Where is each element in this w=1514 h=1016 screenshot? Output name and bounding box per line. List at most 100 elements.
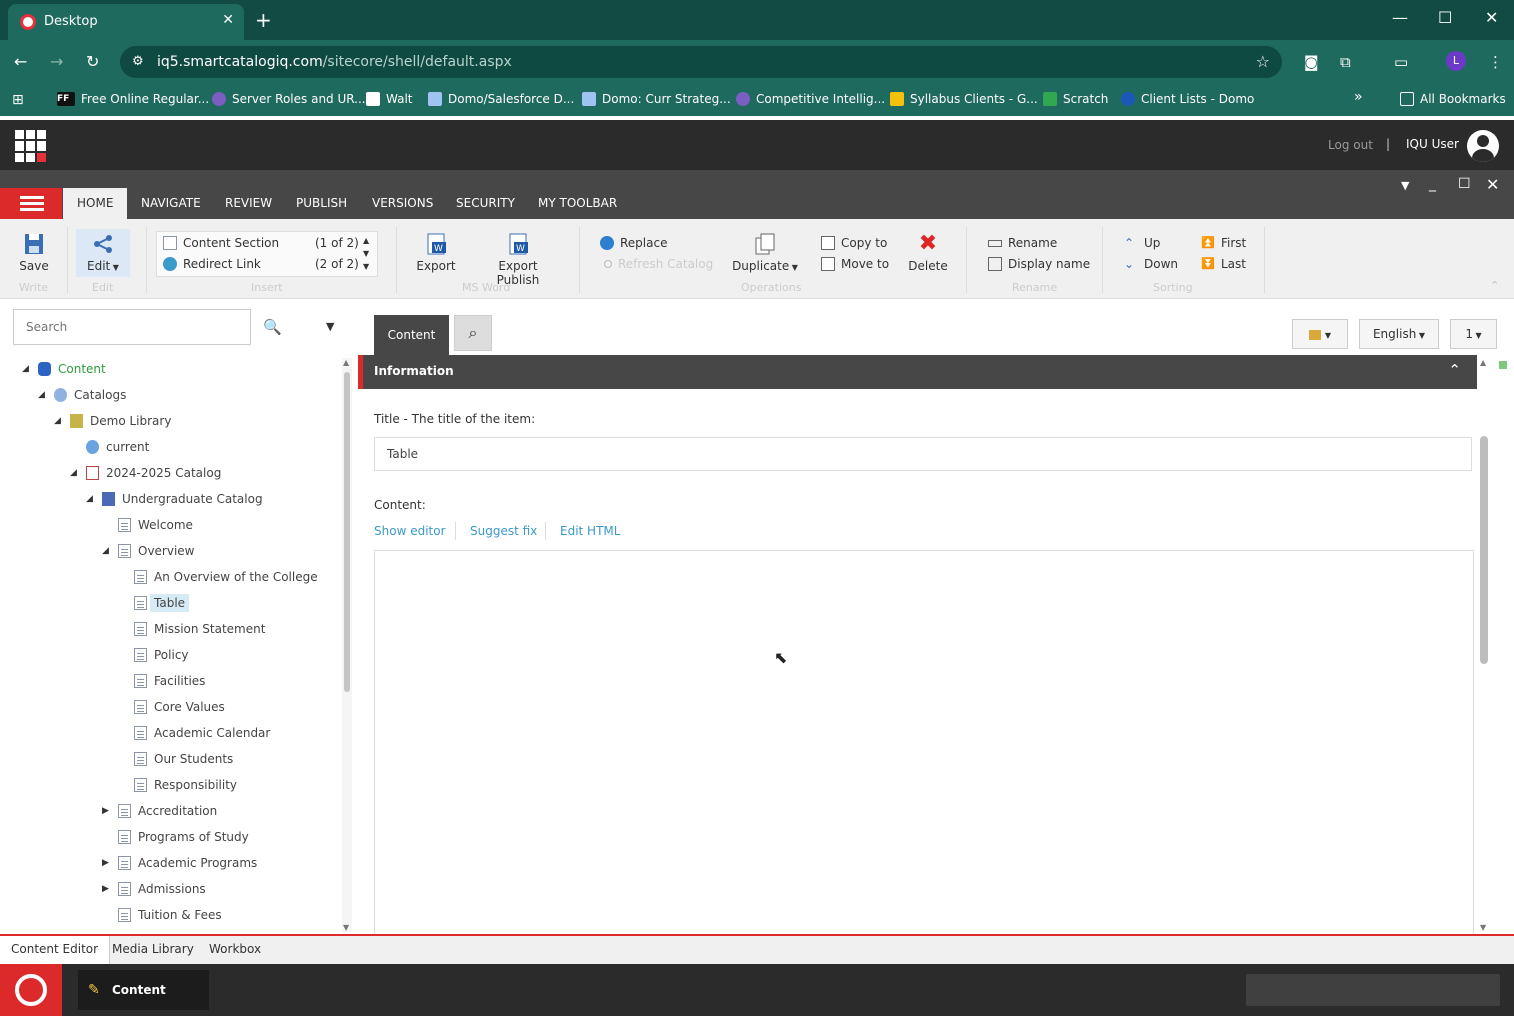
tab-my-toolbar[interactable]: MY TOOLBAR: [538, 196, 617, 210]
cast-icon[interactable]: ▭: [1394, 53, 1408, 71]
tree-collapse-icon[interactable]: ◢: [102, 546, 114, 556]
export-publish-button[interactable]: W Export Publish: [476, 233, 560, 287]
show-editor-link[interactable]: Show editor: [374, 524, 446, 538]
tree-node[interactable]: ◢ 2024-2025 Catalog: [70, 462, 221, 484]
tree-node[interactable]: Facilities: [118, 670, 205, 692]
refresh-catalog-button[interactable]: Refresh Catalog: [604, 257, 713, 271]
hamburger-menu-icon[interactable]: [0, 188, 62, 219]
back-icon[interactable]: ←: [14, 52, 27, 71]
tree-node[interactable]: ◢ Content: [22, 358, 106, 380]
close-tab-icon[interactable]: ✕: [222, 12, 234, 28]
tab-review[interactable]: REVIEW: [225, 196, 272, 210]
tab-workbox[interactable]: Workbox: [209, 942, 261, 956]
tree-node[interactable]: Table: [118, 592, 190, 614]
tree-node[interactable]: current: [70, 436, 149, 458]
site-info-icon[interactable]: ⚙: [132, 54, 144, 69]
browser-tab[interactable]: Desktop ✕: [8, 4, 244, 40]
launchpad-grid-icon[interactable]: [15, 130, 47, 162]
tree-node[interactable]: Tuition & Fees: [102, 904, 222, 926]
tree-collapse-icon[interactable]: ◢: [86, 494, 98, 504]
tree-collapse-icon[interactable]: ◢: [70, 468, 82, 478]
bookmark-item[interactable]: Client Lists - Domo: [1121, 92, 1254, 106]
rename-button[interactable]: Rename: [988, 236, 1057, 250]
apps-grid-icon[interactable]: ⊞: [12, 92, 24, 108]
forward-icon[interactable]: →: [50, 52, 63, 71]
display-name-button[interactable]: Display name: [988, 257, 1090, 271]
suggest-fix-link[interactable]: Suggest fix: [470, 524, 537, 538]
new-tab-icon[interactable]: +: [255, 8, 272, 32]
tree-node[interactable]: ▶ Academic Programs: [102, 852, 257, 874]
replace-button[interactable]: Replace: [600, 236, 667, 250]
save-button[interactable]: Save: [18, 233, 50, 273]
tree-expand-icon[interactable]: ▶: [102, 858, 114, 868]
bookmark-item[interactable]: Domo/Salesforce D...: [428, 92, 574, 106]
title-input[interactable]: Table: [374, 437, 1472, 471]
tree-expand-icon[interactable]: ▶: [102, 884, 114, 894]
browser-menu-icon[interactable]: ⋮: [1488, 53, 1503, 71]
scroll-down-icon[interactable]: ▼: [1480, 923, 1486, 932]
ribbon-minimize-icon[interactable]: _: [1429, 176, 1436, 192]
editor-tab-search-icon[interactable]: ⌕: [454, 315, 492, 351]
editor-scrollbar-thumb[interactable]: [1480, 436, 1488, 664]
bookmarks-overflow-icon[interactable]: »: [1354, 89, 1363, 105]
ribbon-maximize-icon[interactable]: ☐: [1458, 176, 1471, 192]
user-name[interactable]: IQU User: [1406, 137, 1459, 151]
information-section-header[interactable]: Information ⌃: [358, 355, 1477, 389]
tree-node[interactable]: ◢ Overview: [102, 540, 195, 562]
tab-home[interactable]: HOME: [63, 188, 128, 219]
url-bar[interactable]: ⚙ iq5.smartcatalogiq.com/sitecore/shell/…: [120, 46, 1282, 78]
bookmark-item[interactable]: Server Roles and UR...: [212, 92, 366, 106]
scroll-up-icon[interactable]: ▲: [343, 358, 349, 367]
logout-link[interactable]: Log out: [1328, 138, 1373, 152]
tree-node[interactable]: Our Students: [118, 748, 233, 770]
tab-media-library[interactable]: Media Library: [112, 942, 194, 956]
ribbon-collapse-icon[interactable]: ⌃: [1490, 279, 1499, 292]
tab-security[interactable]: SECURITY: [456, 196, 515, 210]
bookmark-item[interactable]: Syllabus Clients - G...: [890, 92, 1038, 106]
copy-to-button[interactable]: Copy to: [821, 236, 887, 250]
delete-button[interactable]: ✖ Delete: [906, 233, 950, 274]
scroll-down-icon[interactable]: ▼: [343, 923, 349, 932]
tree-node[interactable]: An Overview of the College: [118, 566, 318, 588]
tree-node[interactable]: Core Values: [118, 696, 225, 718]
content-rich-text-area[interactable]: [374, 550, 1474, 935]
sort-up-button[interactable]: ⌃ Up: [1124, 236, 1160, 250]
tree-collapse-icon[interactable]: ◢: [22, 364, 34, 374]
collapse-chevron-icon[interactable]: ⌃: [1448, 361, 1461, 379]
search-options-dropdown-icon[interactable]: ▼: [326, 320, 334, 333]
reload-icon[interactable]: ↻: [86, 52, 99, 71]
maximize-window-icon[interactable]: ☐: [1438, 8, 1452, 27]
tab-publish[interactable]: PUBLISH: [296, 196, 347, 210]
camera-icon[interactable]: ◙: [1304, 53, 1319, 71]
user-avatar[interactable]: [1467, 130, 1499, 162]
tree-node[interactable]: Academic Calendar: [118, 722, 270, 744]
tree-node[interactable]: ▶ Admissions: [102, 878, 206, 900]
tree-node[interactable]: Policy: [118, 644, 189, 666]
move-to-button[interactable]: Move to: [821, 257, 889, 271]
tree-node[interactable]: Responsibility: [118, 774, 237, 796]
tree-node[interactable]: Programs of Study: [102, 826, 249, 848]
sort-last-button[interactable]: ⏬ Last: [1201, 257, 1246, 271]
tree-node[interactable]: Welcome: [102, 514, 193, 536]
bookmark-item[interactable]: Walt: [366, 92, 413, 106]
version-dropdown[interactable]: 1 ▼: [1450, 319, 1497, 349]
sort-down-button[interactable]: ⌄ Down: [1124, 257, 1178, 271]
tree-node[interactable]: ◢ Demo Library: [54, 410, 171, 432]
tree-scrollbar[interactable]: ▲ ▼: [342, 358, 352, 932]
bookmark-item[interactable]: Domo: Curr Strateg...: [582, 92, 731, 106]
profile-avatar[interactable]: L: [1446, 51, 1466, 71]
close-window-icon[interactable]: ✕: [1485, 8, 1498, 27]
bookmark-item[interactable]: FF Free Online Regular...: [57, 92, 209, 106]
edit-html-link[interactable]: Edit HTML: [560, 524, 620, 538]
ribbon-dropdown-icon[interactable]: ▼: [1401, 179, 1409, 192]
editor-scrollbar[interactable]: ▲ ▼: [1478, 358, 1490, 932]
tree-expand-icon[interactable]: ▶: [102, 806, 114, 816]
tree-node[interactable]: ▶ Accreditation: [102, 800, 217, 822]
tab-versions[interactable]: VERSIONS: [372, 196, 433, 210]
sitecore-logo-icon[interactable]: [0, 964, 62, 1016]
editor-tab-content[interactable]: Content: [374, 315, 449, 355]
taskbar-search[interactable]: [1246, 974, 1500, 1006]
extensions-icon[interactable]: ⧉: [1340, 53, 1351, 71]
insert-scroll-arrows-icon[interactable]: ▲ ▼ ▼: [363, 234, 369, 273]
tree-collapse-icon[interactable]: ◢: [38, 390, 50, 400]
